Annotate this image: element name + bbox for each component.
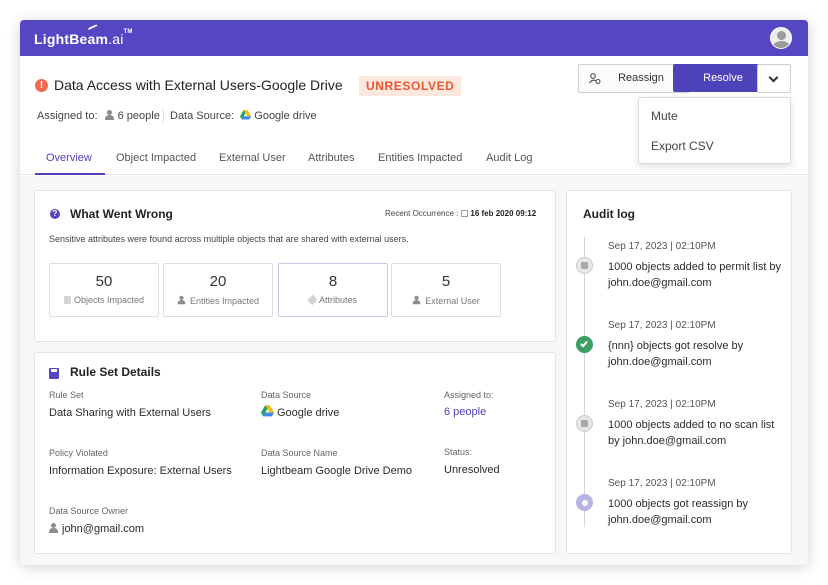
app-window: LightBeam.aiTM ! Data Access with Extern…: [20, 20, 808, 565]
data-source-label: Data Source: [261, 390, 312, 400]
tab-external-user[interactable]: External User: [219, 152, 286, 164]
tab-overview[interactable]: Overview: [46, 152, 92, 164]
google-drive-icon: [261, 405, 274, 417]
audit-entry-text: 1000 objects added to permit list by joh…: [608, 261, 782, 289]
issue-description: Sensitive attributes were found across m…: [49, 234, 409, 244]
assigned-label: Assigned to:: [444, 390, 494, 400]
rule-set-label: Rule Set: [49, 390, 84, 400]
policy-violated-value: Information Exposure: External Users: [49, 465, 232, 477]
audit-log-card: Audit log Sep 17, 2023 | 02:10PM 1000 ob…: [566, 190, 792, 554]
document-icon: [576, 257, 593, 274]
tag-icon: [307, 294, 318, 306]
audit-entry-time: Sep 17, 2023 | 02:10PM: [608, 478, 716, 489]
data-source-owner-value: john@gmail.com: [49, 523, 144, 535]
meta-divider: [163, 109, 164, 123]
alert-icon: !: [35, 79, 48, 92]
person-icon: [104, 110, 114, 120]
person-icon: [177, 295, 186, 305]
check-icon: [576, 336, 593, 353]
status-label: Status:: [444, 447, 473, 457]
assigned-meta: Assigned to: 6 people: [37, 110, 160, 122]
audit-entry-text: {nnn} objects got resolve by john.doe@gm…: [608, 340, 744, 368]
brand-logo[interactable]: LightBeam.aiTM: [34, 29, 133, 47]
timeline-line: [584, 237, 585, 527]
recent-occurrence: Recent Occurrence :16 feb 2020 09:12: [385, 209, 537, 218]
tab-audit-log[interactable]: Audit Log: [486, 152, 532, 164]
tab-attributes[interactable]: Attributes: [308, 152, 354, 164]
actions-dropdown-menu: Mute Export CSV: [638, 97, 791, 164]
data-source-name-label: Data Source Name: [261, 448, 338, 458]
policy-violated-label: Policy Violated: [49, 448, 108, 458]
what-went-wrong-card: ? What Went Wrong Recent Occurrence :16 …: [34, 190, 556, 342]
google-drive-icon: [240, 110, 252, 120]
audit-entry-text: 1000 objects got reassign by john.doe@gm…: [608, 498, 749, 526]
what-went-wrong-title: What Went Wrong: [70, 207, 173, 221]
stat-objects-impacted[interactable]: 50 Objects Impacted: [49, 263, 159, 317]
person-icon: [49, 523, 58, 533]
document-icon: [576, 415, 593, 432]
menu-item-mute[interactable]: Mute: [651, 109, 678, 123]
reassign-icon: [589, 73, 601, 84]
menu-item-export-csv[interactable]: Export CSV: [651, 139, 714, 153]
data-source-meta: Data Source: Google drive: [170, 110, 317, 122]
user-avatar[interactable]: [770, 27, 792, 49]
status-badge: UNRESOLVED: [359, 76, 462, 96]
top-navbar: LightBeam.aiTM: [20, 20, 808, 56]
more-actions-button[interactable]: [757, 64, 791, 93]
question-icon: ?: [50, 209, 60, 219]
rule-set-details-card: Rule Set Details Rule Set Data Sharing w…: [34, 352, 556, 554]
audit-entry-time: Sep 17, 2023 | 02:10PM: [608, 399, 716, 410]
rule-set-title: Rule Set Details: [70, 365, 161, 379]
stat-external-user[interactable]: 5 External User: [391, 263, 501, 317]
chevron-down-icon: [768, 72, 779, 83]
active-tab-indicator: [35, 173, 105, 175]
data-source-name-value: Lightbeam Google Drive Demo: [261, 465, 413, 477]
document-icon: [63, 296, 71, 304]
audit-entry-text: 1000 objects added to no scan list by jo…: [608, 419, 775, 447]
audit-log-title: Audit log: [583, 207, 635, 221]
data-source-owner-label: Data Source Owner: [49, 506, 129, 516]
calendar-icon: [461, 210, 469, 217]
data-source-value: Google drive: [261, 405, 339, 419]
stat-entities-impacted[interactable]: 20 Entities Impacted: [163, 263, 273, 317]
audit-entry-time: Sep 17, 2023 | 02:10PM: [608, 241, 716, 252]
rule-set-icon: [49, 368, 59, 379]
assigned-people-link[interactable]: 6 people: [444, 406, 486, 418]
status-value: Unresolved: [444, 464, 500, 476]
person-icon: [412, 295, 421, 305]
stat-attributes[interactable]: 8 Attributes: [278, 263, 388, 317]
tab-object-impacted[interactable]: Object Impacted: [116, 152, 196, 164]
assigned-people-link[interactable]: 6 people: [118, 110, 160, 122]
tab-entities-impacted[interactable]: Entities Impacted: [378, 152, 462, 164]
reassign-icon: [576, 494, 593, 511]
audit-entry-time: Sep 17, 2023 | 02:10PM: [608, 320, 716, 331]
page-title: Data Access with External Users-Google D…: [54, 77, 343, 93]
rule-set-value: Data Sharing with External Users: [49, 407, 212, 419]
